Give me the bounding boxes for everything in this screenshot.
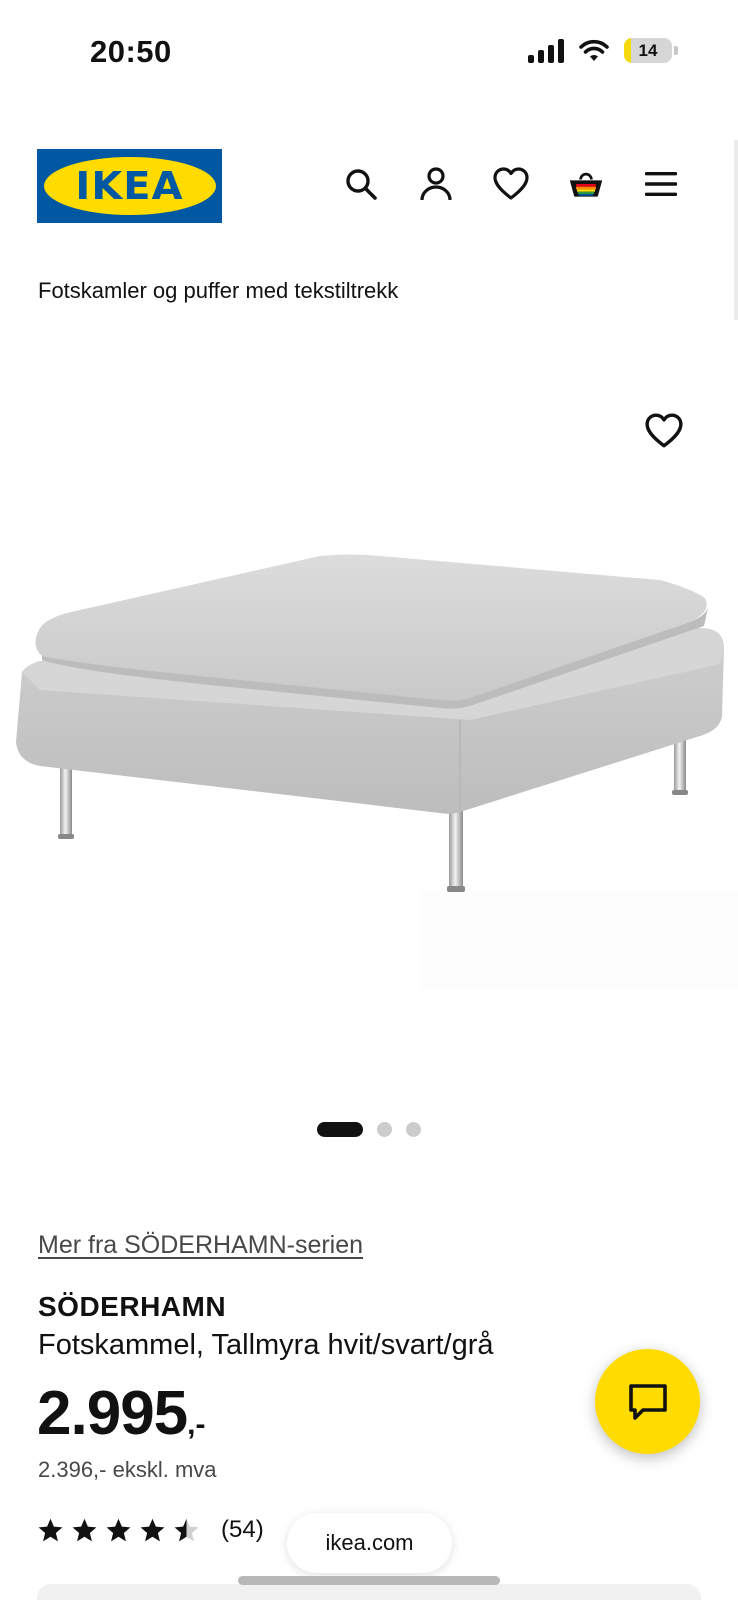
header-nav — [343, 166, 679, 202]
heart-icon[interactable] — [493, 166, 529, 202]
ikea-logo[interactable]: IKEA — [37, 149, 222, 223]
rating-stars — [37, 1517, 200, 1544]
menu-icon[interactable] — [643, 166, 679, 202]
status-time: 20:50 — [90, 34, 172, 69]
chat-button[interactable] — [595, 1349, 700, 1454]
signal-icon — [528, 38, 564, 63]
account-icon[interactable] — [418, 166, 454, 202]
battery-level: 14 — [638, 40, 658, 60]
price-ex-vat: 2.396,- ekskl. mva — [38, 1457, 217, 1482]
battery-icon: 14 — [624, 38, 678, 63]
logo-text: IKEA — [75, 164, 184, 208]
scroll-indicator — [734, 140, 738, 320]
rating-count[interactable]: (54) — [221, 1516, 264, 1544]
carousel-dot[interactable] — [317, 1122, 363, 1137]
product-price: 2.995 ,- — [37, 1378, 205, 1449]
status-icons: 14 — [528, 38, 678, 63]
cart-icon[interactable] — [568, 166, 604, 202]
wifi-icon — [579, 39, 609, 61]
carousel-dot[interactable] — [406, 1122, 421, 1137]
product-rating[interactable]: (54) — [37, 1516, 264, 1544]
bottom-card — [37, 1584, 701, 1600]
chat-icon — [628, 1383, 667, 1420]
series-link[interactable]: Mer fra SÖDERHAMN-serien — [38, 1231, 363, 1260]
search-icon[interactable] — [343, 166, 379, 202]
price-main: 2.995 — [37, 1379, 188, 1448]
star-full-icon — [106, 1518, 131, 1541]
star-half-icon — [174, 1518, 199, 1541]
star-full-icon — [140, 1518, 165, 1541]
browser-url-bar[interactable]: ikea.com — [287, 1513, 452, 1573]
breadcrumb[interactable]: Fotskamler og puffer med tekstiltrekk — [38, 278, 398, 304]
product-name: SÖDERHAMN — [38, 1291, 227, 1322]
star-full-icon — [72, 1518, 97, 1541]
star-full-icon — [38, 1518, 63, 1541]
home-indicator[interactable] — [238, 1576, 500, 1585]
price-suffix: ,- — [187, 1408, 206, 1441]
carousel-dot[interactable] — [377, 1122, 392, 1137]
image-carousel-dots[interactable] — [317, 1122, 421, 1137]
save-to-list-heart-icon[interactable] — [645, 412, 683, 450]
product-image[interactable] — [0, 330, 738, 1090]
product-description: Fotskammel, Tallmyra hvit/svart/grå — [38, 1329, 494, 1361]
